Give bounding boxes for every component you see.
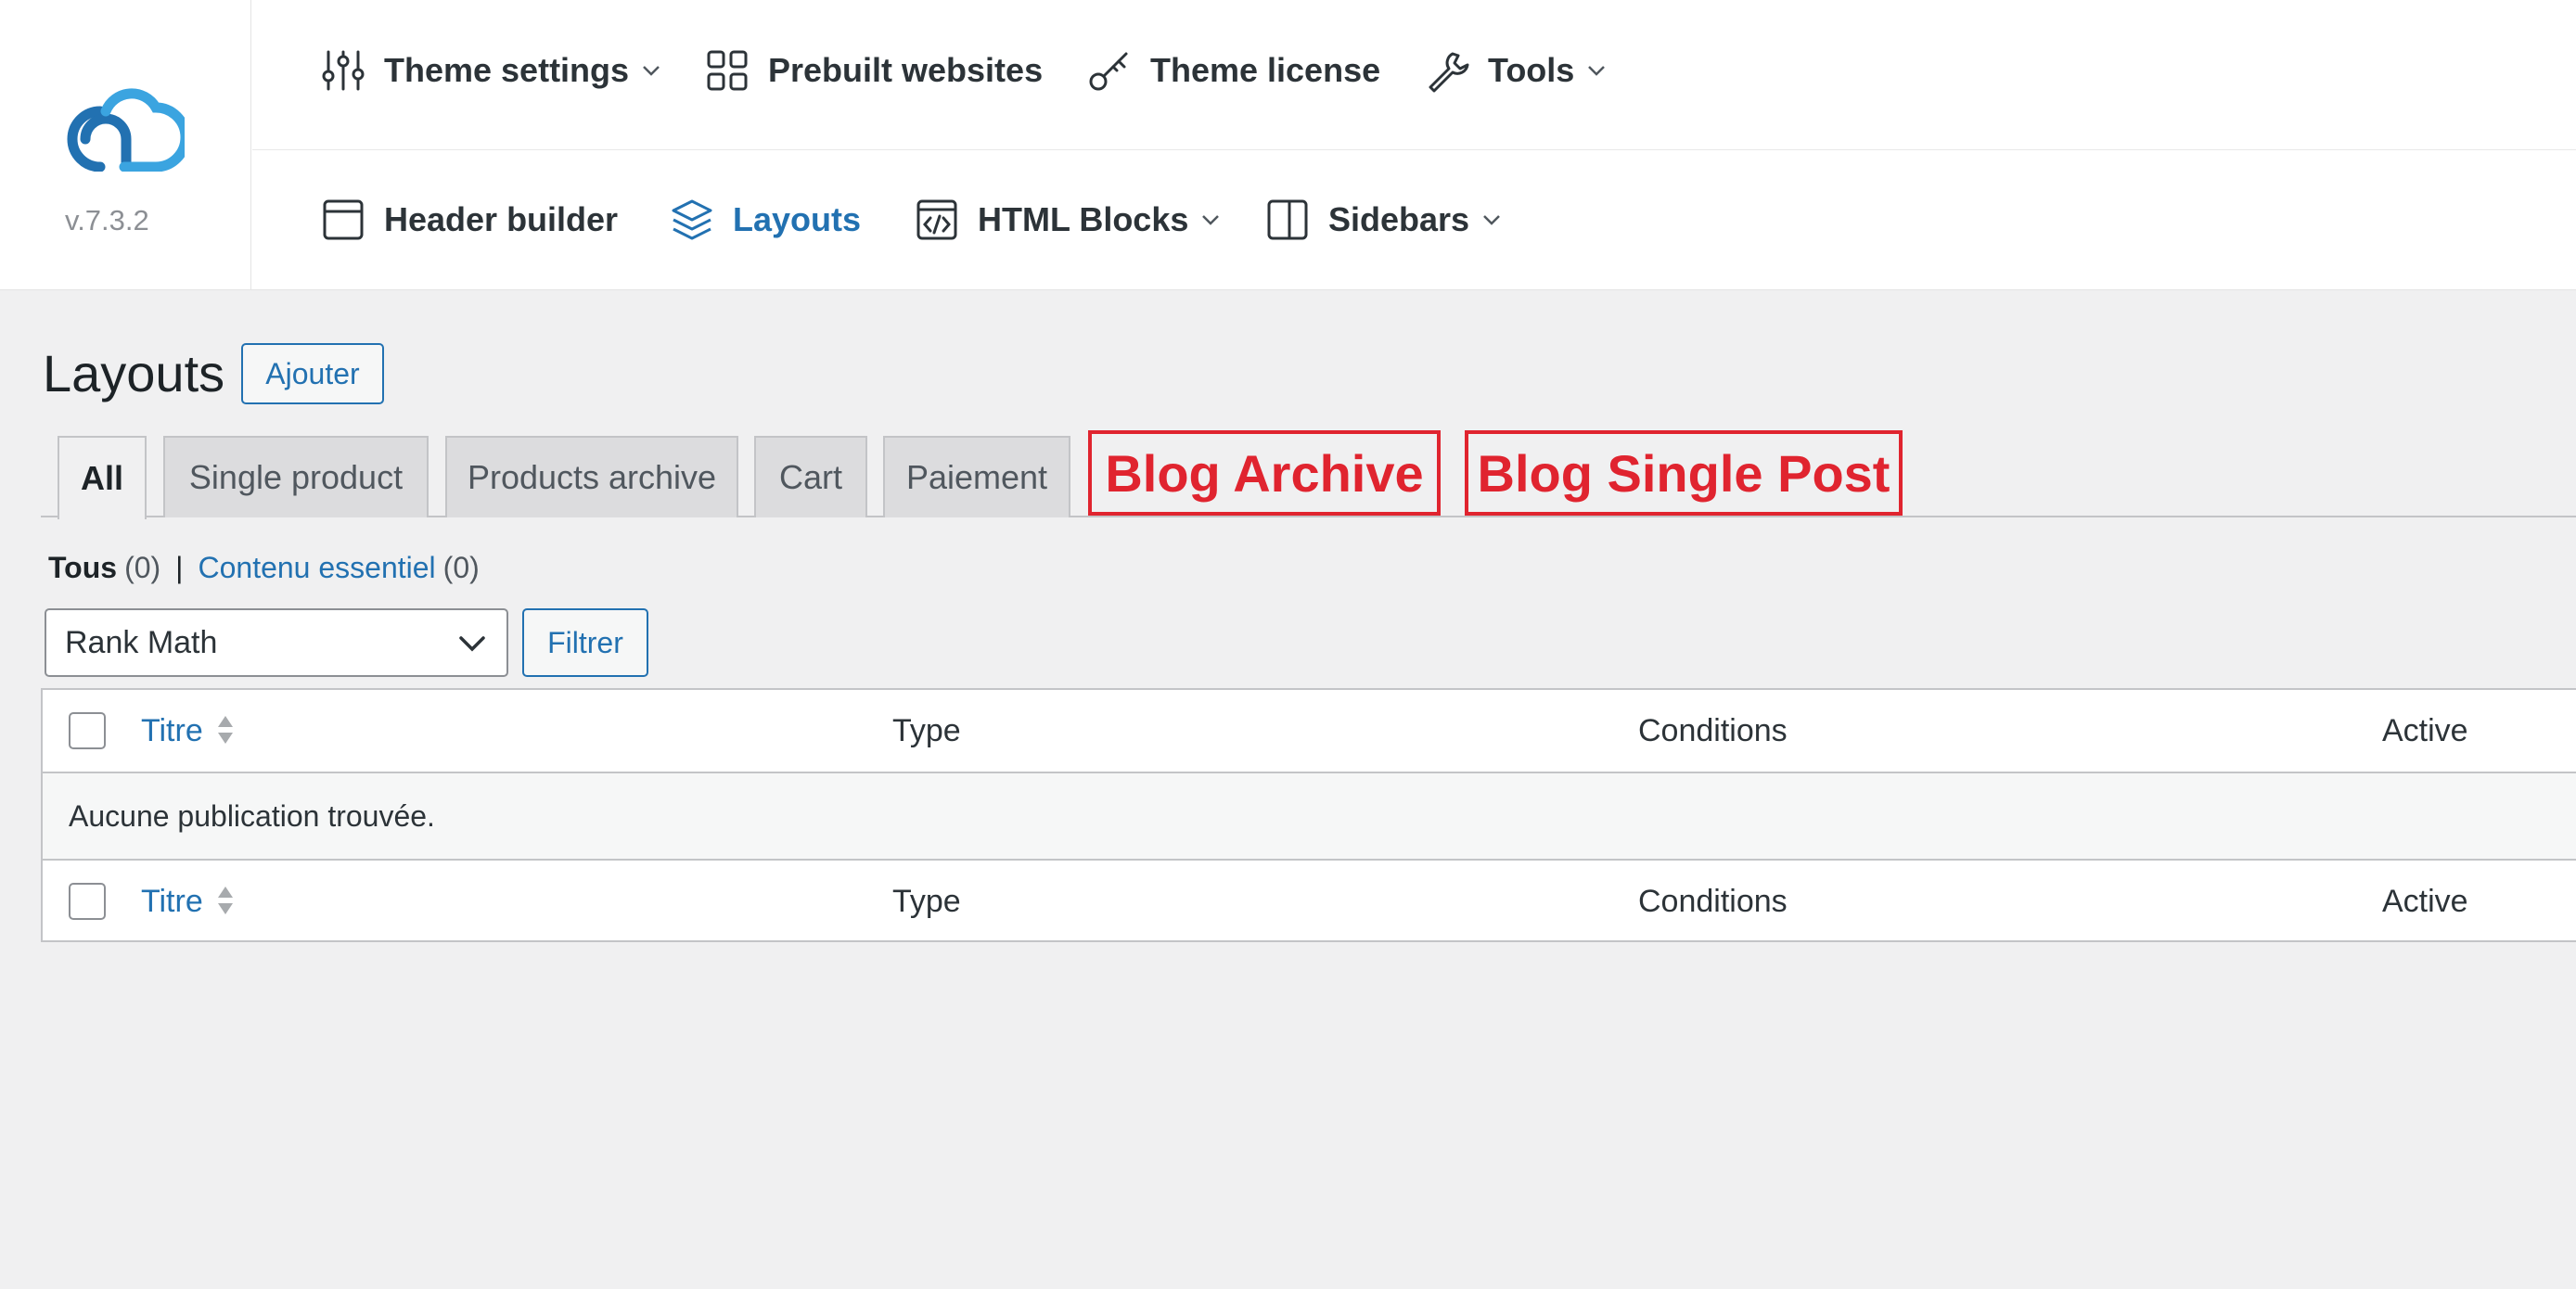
table-header-row: Titre Type Conditions Active bbox=[43, 690, 2576, 773]
view-all-count: (0) bbox=[124, 551, 161, 584]
nav-header-builder-label: Header builder bbox=[384, 200, 619, 238]
column-conditions: Conditions bbox=[1638, 712, 1788, 748]
column-active-footer: Active bbox=[2382, 883, 2468, 919]
column-conditions-footer: Conditions bbox=[1638, 883, 1788, 919]
nav-sidebars-label: Sidebars bbox=[1328, 200, 1470, 238]
nav-prebuilt-websites[interactable]: Prebuilt websites bbox=[705, 48, 1043, 93]
grid-icon bbox=[705, 48, 750, 93]
chevron-down-icon bbox=[1201, 213, 1220, 226]
column-title-label: Titre bbox=[141, 712, 203, 748]
seo-filter-select[interactable]: Rank Math bbox=[45, 608, 508, 677]
tab-blog-single-post[interactable]: Blog Single Post bbox=[1465, 430, 1903, 516]
sidebar-icon bbox=[1265, 198, 1310, 242]
nav-theme-license-label: Theme license bbox=[1150, 51, 1381, 89]
brand-column: v.7.3.2 bbox=[0, 0, 251, 290]
add-layout-button[interactable]: Ajouter bbox=[241, 343, 384, 404]
nav-theme-license[interactable]: Theme license bbox=[1087, 48, 1380, 93]
layout-icon bbox=[321, 198, 365, 242]
view-all-link[interactable]: Tous bbox=[48, 551, 117, 585]
seo-filter-value: Rank Math bbox=[65, 624, 218, 660]
nav-tools-label: Tools bbox=[1488, 51, 1575, 89]
nav-layouts[interactable]: Layouts bbox=[670, 198, 861, 242]
layouts-table: Titre Type Conditions Active Aucune publ… bbox=[41, 688, 2576, 942]
column-type: Type bbox=[892, 712, 961, 748]
page-title: Layouts bbox=[43, 344, 225, 402]
column-title-sort-footer[interactable]: Titre bbox=[141, 883, 235, 920]
chevron-down-icon bbox=[1482, 213, 1501, 226]
chevron-down-icon bbox=[1587, 64, 1606, 77]
nav-theme-settings[interactable]: Theme settings bbox=[321, 48, 660, 93]
nav-sidebars[interactable]: Sidebars bbox=[1265, 198, 1501, 242]
tab-all[interactable]: All bbox=[58, 436, 147, 519]
code-icon bbox=[915, 198, 959, 242]
view-separator: | bbox=[175, 551, 184, 584]
sort-arrows-icon bbox=[216, 712, 235, 749]
top-nav: Theme settings Prebuilt websites Theme l… bbox=[252, 0, 2576, 150]
nav-header-builder[interactable]: Header builder bbox=[321, 198, 618, 242]
cloud-logo-icon[interactable] bbox=[59, 74, 185, 172]
view-filters: Tous (0) | Contenu essentiel (0) bbox=[48, 551, 480, 585]
nav-html-blocks[interactable]: HTML Blocks bbox=[915, 198, 1220, 242]
nav-prebuilt-websites-label: Prebuilt websites bbox=[768, 51, 1044, 89]
select-all-checkbox[interactable] bbox=[69, 712, 106, 749]
nav-layouts-label: Layouts bbox=[733, 200, 862, 238]
nav-theme-settings-label: Theme settings bbox=[384, 51, 630, 89]
tab-cart[interactable]: Cart bbox=[754, 436, 867, 517]
column-active: Active bbox=[2382, 712, 2468, 748]
column-title-label: Titre bbox=[141, 883, 203, 919]
view-essential-link[interactable]: Contenu essentiel bbox=[198, 551, 435, 585]
sliders-icon bbox=[321, 48, 365, 93]
view-essential-count: (0) bbox=[442, 551, 480, 584]
nav-tools[interactable]: Tools bbox=[1425, 48, 1606, 93]
column-type-footer: Type bbox=[892, 883, 961, 919]
admin-header: v.7.3.2 Theme settings Prebuilt websites bbox=[0, 0, 2576, 290]
sub-nav: Header builder Layouts HTML Blocks Sideb… bbox=[252, 151, 2576, 290]
key-icon bbox=[1087, 48, 1132, 93]
tab-single-product[interactable]: Single product bbox=[163, 436, 429, 517]
filter-button[interactable]: Filtrer bbox=[522, 608, 648, 677]
version-label: v.7.3.2 bbox=[65, 204, 149, 236]
layers-icon bbox=[670, 198, 714, 242]
tab-products-archive[interactable]: Products archive bbox=[445, 436, 738, 517]
sort-arrows-icon bbox=[216, 883, 235, 920]
wrench-icon bbox=[1425, 48, 1469, 93]
chevron-down-icon bbox=[459, 636, 485, 652]
chevron-down-icon bbox=[642, 64, 660, 77]
select-all-checkbox-footer[interactable] bbox=[69, 883, 106, 920]
tab-paiement[interactable]: Paiement bbox=[883, 436, 1070, 517]
column-title-sort[interactable]: Titre bbox=[141, 712, 235, 749]
nav-html-blocks-label: HTML Blocks bbox=[978, 200, 1189, 238]
table-footer-row: Titre Type Conditions Active bbox=[43, 859, 2576, 942]
empty-message: Aucune publication trouvée. bbox=[43, 773, 2576, 859]
tab-blog-archive[interactable]: Blog Archive bbox=[1088, 430, 1441, 516]
